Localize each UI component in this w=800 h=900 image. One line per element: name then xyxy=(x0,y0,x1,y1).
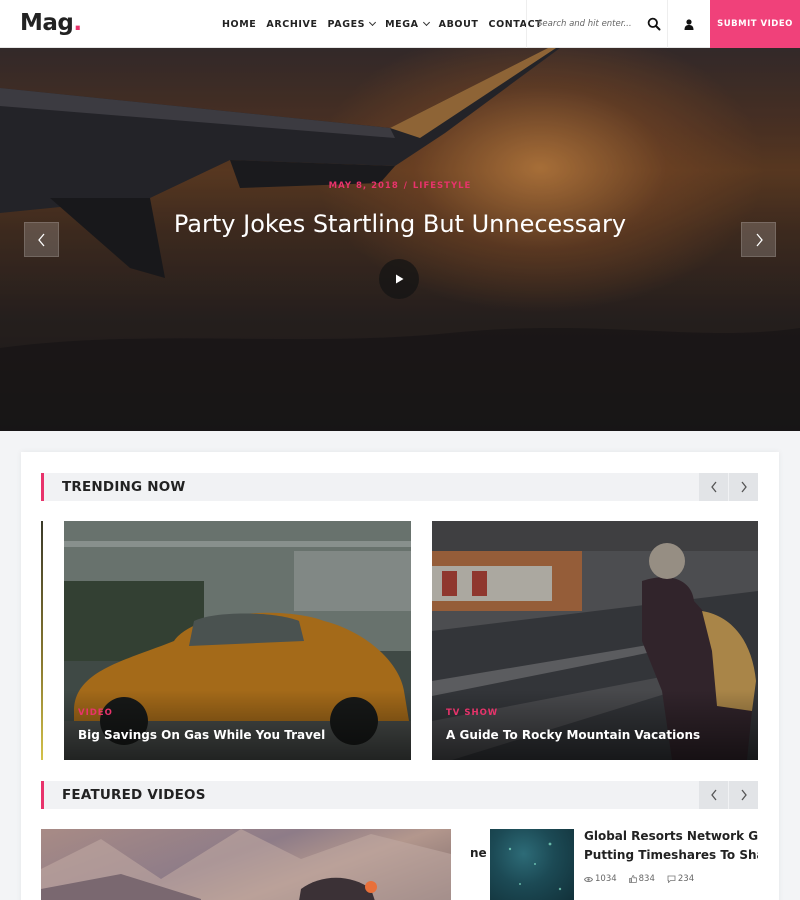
trending-prev-button[interactable] xyxy=(699,473,728,501)
featured-item-title[interactable]: Global Resorts Network Grn Putting Times… xyxy=(584,827,758,865)
trending-card[interactable]: VIDEO Big Savings On Gas While You Trave… xyxy=(64,521,411,760)
mountain-image xyxy=(41,829,451,900)
underwater-image xyxy=(508,842,562,891)
site-header: Mag. HOME ARCHIVE PAGES MEGA ABOUT CONTA… xyxy=(0,0,800,48)
nav-item-pages[interactable]: PAGES xyxy=(328,18,377,30)
hero-title[interactable]: Party Jokes Startling But Unnecessary xyxy=(0,210,800,238)
card-category[interactable]: VIDEO xyxy=(78,708,113,718)
chevron-down-icon xyxy=(422,18,430,27)
nav-item-home[interactable]: HOME xyxy=(222,19,256,30)
chevron-down-icon xyxy=(369,18,377,27)
chevron-right-icon xyxy=(756,233,763,246)
featured-next-button[interactable] xyxy=(729,781,758,809)
search-box xyxy=(526,0,668,48)
main-nav: HOME ARCHIVE PAGES MEGA ABOUT CONTACT xyxy=(222,0,552,48)
hero-slider: MAY 8, 2018/LIFESTYLE Party Jokes Startl… xyxy=(0,48,800,431)
section-title: FEATURED VIDEOS xyxy=(62,787,206,803)
featured-video-card[interactable] xyxy=(41,829,451,900)
logo[interactable]: Mag. xyxy=(20,10,82,36)
card-title[interactable]: Big Savings On Gas While You Travel xyxy=(78,728,325,742)
card-category[interactable]: TV SHOW xyxy=(446,708,498,718)
user-icon xyxy=(684,18,694,30)
play-icon xyxy=(396,274,404,284)
chevron-right-icon xyxy=(740,789,747,801)
nav-item-archive[interactable]: ARCHIVE xyxy=(266,19,317,30)
views-stat: 1034 xyxy=(584,874,617,884)
trending-next-button[interactable] xyxy=(729,473,758,501)
featured-nav xyxy=(698,781,758,809)
comments-stat: 234 xyxy=(667,874,694,884)
content-panel: TRENDING NOW VIDEO Big Savings On Gas Wh… xyxy=(21,452,779,900)
trending-nav xyxy=(698,473,758,501)
featured-item-stats: 1034 834 234 xyxy=(584,874,706,884)
trending-card[interactable]: TV SHOW A Guide To Rocky Mountain Vacati… xyxy=(432,521,758,760)
featured-prev-button[interactable] xyxy=(699,781,728,809)
chevron-left-icon xyxy=(710,789,717,801)
user-button[interactable] xyxy=(668,0,710,48)
trending-section-header: TRENDING NOW xyxy=(41,473,758,501)
chevron-right-icon xyxy=(740,481,747,493)
slider-prev-button[interactable] xyxy=(24,222,59,257)
play-button[interactable] xyxy=(379,259,419,299)
search-icon[interactable] xyxy=(647,17,661,31)
comment-icon xyxy=(667,875,676,883)
submit-video-button[interactable]: SUBMIT VIDEO xyxy=(710,0,800,48)
featured-thumbnail[interactable] xyxy=(490,829,574,900)
likes-stat: 834 xyxy=(628,874,655,884)
eye-icon xyxy=(584,876,593,882)
chevron-left-icon xyxy=(37,233,44,246)
partial-card-edge xyxy=(41,521,43,760)
search-input[interactable] xyxy=(537,16,637,32)
hero-meta: MAY 8, 2018/LIFESTYLE xyxy=(328,181,472,191)
section-title: TRENDING NOW xyxy=(62,479,186,495)
chevron-left-icon xyxy=(710,481,717,493)
thumbs-up-icon xyxy=(628,875,637,883)
card-title[interactable]: A Guide To Rocky Mountain Vacations xyxy=(446,728,700,742)
hero-category[interactable]: LIFESTYLE xyxy=(413,181,472,191)
hero-overlay xyxy=(0,48,800,431)
slider-next-button[interactable] xyxy=(741,222,776,257)
truncated-title: ne xyxy=(470,846,487,860)
hero-date: MAY 8, 2018 xyxy=(328,181,399,191)
nav-item-about[interactable]: ABOUT xyxy=(439,19,479,30)
nav-item-mega[interactable]: MEGA xyxy=(385,18,430,30)
featured-section-header: FEATURED VIDEOS xyxy=(41,781,758,809)
